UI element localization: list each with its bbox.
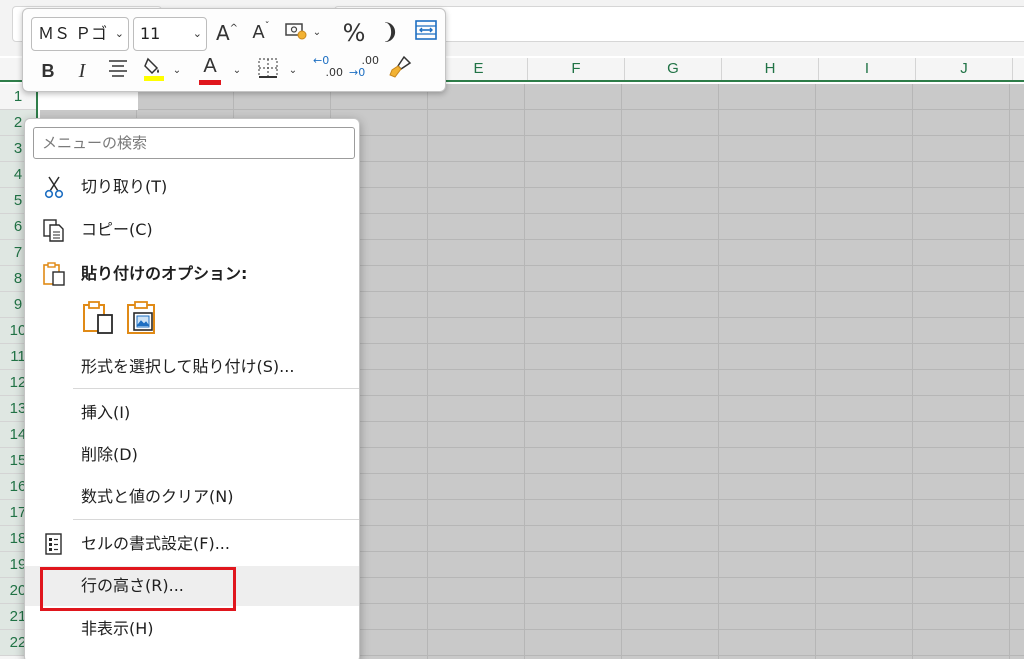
menu-item-label: 形式を選択して貼り付け(S)... <box>81 357 295 376</box>
decrease-font-size-button[interactable]: Aˇ <box>247 19 275 47</box>
menu-item-format-cells[interactable]: セルの書式設定(F)... <box>25 524 359 564</box>
menu-item-paste-special[interactable]: 形式を選択して貼り付け(S)... <box>25 347 359 387</box>
chevron-down-icon: ⌄ <box>192 27 202 40</box>
borders-button[interactable] <box>255 57 281 85</box>
paint-bucket-icon <box>144 57 164 81</box>
highlight-box <box>40 567 236 611</box>
paste-icon <box>83 301 113 334</box>
column-header-h[interactable]: H <box>722 58 819 80</box>
percent-style-button[interactable]: % <box>339 19 369 47</box>
font-size-select[interactable]: 11 ⌄ <box>133 17 207 51</box>
font-size-value: 11 <box>140 24 161 43</box>
comma-style-button[interactable]: ❩ <box>377 19 403 47</box>
menu-item-clear-contents[interactable]: 数式と値のクリア(N) <box>25 477 359 517</box>
menu-item-paste-options: 貼り付けのオプション: <box>25 254 359 294</box>
decrease-decimal-icon-bottom: →0 <box>349 66 366 79</box>
fill-color-button[interactable] <box>141 55 167 83</box>
format-cells-icon <box>45 533 62 555</box>
merge-cells-icon <box>415 20 437 40</box>
menu-item-copy[interactable]: コピー(C) <box>25 210 359 250</box>
column-header-g[interactable]: G <box>625 58 722 80</box>
menu-separator <box>73 519 359 520</box>
increase-font-size-button[interactable]: A^ <box>213 19 241 47</box>
increase-decimal-button[interactable]: ←0 .00 <box>313 55 343 83</box>
menu-item-insert[interactable]: 挿入(I) <box>25 393 359 433</box>
grow-font-icon: A <box>215 21 230 45</box>
menu-item-label: 挿入(I) <box>81 403 131 422</box>
menu-item-hide[interactable]: 非表示(H) <box>25 609 359 649</box>
menu-item-delete[interactable]: 削除(D) <box>25 435 359 475</box>
font-color-button[interactable]: A <box>197 53 223 85</box>
column-header-i[interactable]: I <box>819 58 916 80</box>
borders-icon <box>258 58 278 78</box>
mini-toolbar: ＭＳ Ｐゴ ⌄ 11 ⌄ A^ Aˇ ⌄ % ❩ B I ⌄ A ⌄ ⌄ ←0 … <box>22 8 446 92</box>
number-format-button[interactable] <box>283 19 309 47</box>
chevron-down-icon[interactable]: ⌄ <box>231 57 243 85</box>
bold-button[interactable]: B <box>35 57 61 85</box>
chevron-down-icon[interactable]: ⌄ <box>171 57 183 85</box>
format-painter-icon <box>389 55 412 78</box>
column-header-j[interactable]: J <box>916 58 1013 80</box>
menu-separator <box>73 388 359 389</box>
menu-item-label: 非表示(H) <box>81 619 154 638</box>
menu-item-cut[interactable]: 切り取り(T) <box>25 167 359 207</box>
italic-button[interactable]: I <box>69 57 95 85</box>
menu-item-label: セルの書式設定(F)... <box>81 534 230 553</box>
menu-search-input[interactable] <box>33 127 355 159</box>
column-header-f[interactable]: F <box>528 58 625 80</box>
chevron-down-icon: ⌄ <box>114 27 124 40</box>
scissors-icon <box>44 176 64 199</box>
decrease-decimal-button[interactable]: .00 →0 <box>349 55 379 83</box>
paste-button[interactable] <box>81 299 117 337</box>
chevron-down-icon[interactable]: ⌄ <box>311 19 323 47</box>
menu-item-label: 貼り付けのオプション: <box>81 264 248 283</box>
clipboard-icon <box>43 262 65 286</box>
align-center-icon <box>109 60 127 77</box>
paste-picture-icon <box>127 301 155 334</box>
shrink-font-icon: A <box>252 22 265 43</box>
increase-decimal-icon-bottom: .00 <box>325 66 344 79</box>
menu-item-label: 切り取り(T) <box>81 177 168 196</box>
align-center-button[interactable] <box>105 57 131 85</box>
menu-item-label: 数式と値のクリア(N) <box>81 487 234 506</box>
accounting-format-icon <box>285 23 307 40</box>
font-name-value: ＭＳ Ｐゴ <box>38 24 108 43</box>
merge-center-button[interactable] <box>413 19 439 47</box>
format-painter-button[interactable] <box>387 55 413 83</box>
font-color-icon: A <box>203 55 217 77</box>
font-name-select[interactable]: ＭＳ Ｐゴ ⌄ <box>31 17 129 51</box>
menu-item-label: コピー(C) <box>81 220 153 239</box>
paste-as-picture-button[interactable] <box>125 299 161 337</box>
copy-icon <box>43 219 64 242</box>
chevron-down-icon[interactable]: ⌄ <box>287 57 299 85</box>
menu-item-label: 削除(D) <box>81 445 138 464</box>
